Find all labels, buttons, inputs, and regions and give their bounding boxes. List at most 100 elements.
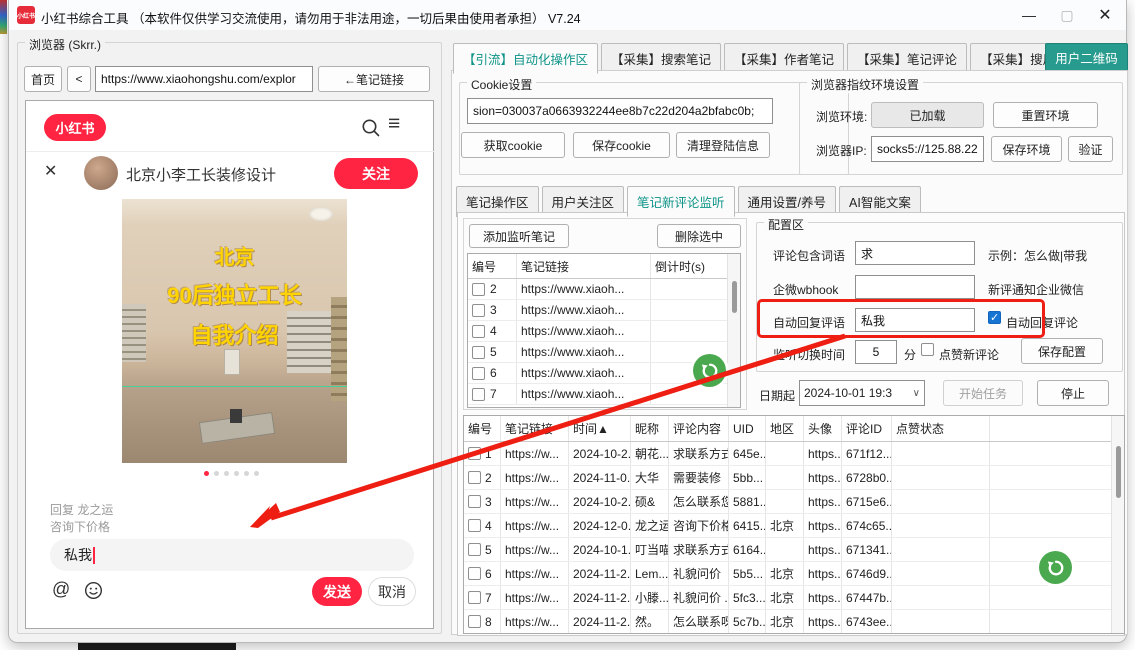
user-qr-button[interactable]: 用户二维码: [1045, 43, 1128, 71]
interval-label: 监听切换时间: [773, 346, 845, 363]
table-row[interactable]: 4 https://w... 2024-12-0... 龙之运 咨询下价格 64…: [464, 514, 1124, 538]
like-new-comment-checkbox[interactable]: [921, 343, 934, 356]
close-button[interactable]: ✕: [1088, 0, 1122, 30]
back-button[interactable]: <: [67, 66, 91, 92]
home-button[interactable]: 首页: [24, 66, 62, 92]
row-checkbox[interactable]: [468, 447, 481, 460]
carousel-dot[interactable]: [254, 471, 259, 476]
row-checkbox[interactable]: [468, 591, 481, 604]
url-input[interactable]: [95, 66, 313, 92]
column-header[interactable]: 评论ID: [842, 416, 892, 441]
table-row[interactable]: 1 https://w... 2024-10-2... 朝花... 求联系方式 …: [464, 442, 1124, 466]
carousel-dot[interactable]: [244, 471, 249, 476]
avatar[interactable]: [84, 156, 118, 190]
nickname-cell: Lem...: [631, 562, 669, 585]
send-button[interactable]: 发送: [312, 577, 362, 606]
column-header[interactable]: UID: [729, 416, 766, 441]
column-header[interactable]: 笔记链接: [501, 416, 569, 441]
scrollbar-thumb[interactable]: [1116, 446, 1121, 498]
xiaohongshu-logo[interactable]: 小红书: [44, 114, 106, 141]
column-header[interactable]: 头像: [804, 416, 842, 441]
column-header[interactable]: 评论内容: [669, 416, 729, 441]
reset-env-button[interactable]: 重置环境: [993, 102, 1098, 128]
carousel-dot[interactable]: [204, 471, 209, 476]
tab-automation[interactable]: 【引流】自动化操作区: [453, 43, 598, 74]
comments-table-scrollbar[interactable]: [1111, 416, 1124, 633]
table-row[interactable]: 8 https://w... 2024-11-2... 然。 怎么联系呀 5c7…: [464, 610, 1124, 634]
date-from-combobox[interactable]: 2024-10-01 19:3 ∨: [799, 380, 925, 406]
table-row[interactable]: 5 https://w... 2024-10-1... 叮当喵 求联系方式 61…: [464, 538, 1124, 562]
stop-button[interactable]: 停止: [1037, 380, 1109, 406]
comment-input[interactable]: 私我: [50, 539, 414, 571]
row-checkbox[interactable]: [468, 519, 481, 532]
refresh-button[interactable]: [693, 354, 726, 387]
table-row[interactable]: 3 https://w... 2024-10-2... 硕& 怎么联系您 588…: [464, 490, 1124, 514]
column-header[interactable]: 编号: [464, 416, 501, 441]
row-checkbox[interactable]: [472, 388, 485, 401]
time-cell: 2024-10-1...: [569, 538, 631, 561]
scrollbar-thumb[interactable]: [732, 281, 737, 313]
verify-button[interactable]: 验证: [1068, 136, 1113, 162]
region-cell: 北京: [766, 562, 804, 585]
get-cookie-button[interactable]: 获取cookie: [461, 132, 565, 158]
browser-ip-input[interactable]: [871, 136, 984, 162]
add-listen-note-button[interactable]: 添加监听笔记: [469, 224, 569, 248]
auto-reply-checkbox[interactable]: [988, 311, 1001, 324]
table-row[interactable]: 4 https://www.xiaoh...: [468, 321, 740, 342]
keyword-input[interactable]: [855, 241, 975, 265]
row-checkbox[interactable]: [472, 367, 485, 380]
table-row[interactable]: 7 https://www.xiaoh...: [468, 384, 740, 405]
minimize-button[interactable]: —: [1012, 0, 1046, 30]
maximize-button[interactable]: ▢: [1050, 0, 1084, 30]
cancel-button[interactable]: 取消: [368, 577, 416, 606]
column-header[interactable]: 编号: [468, 254, 517, 278]
profile-name[interactable]: 北京小李工长装修设计: [126, 164, 276, 185]
column-header[interactable]: 倒计时(s): [651, 254, 727, 278]
row-checkbox[interactable]: [472, 346, 485, 359]
column-header[interactable]: 笔记链接: [517, 254, 651, 278]
save-config-button[interactable]: 保存配置: [1021, 338, 1103, 364]
listen-table-scrollbar[interactable]: [727, 254, 740, 407]
emoji-icon[interactable]: [84, 581, 103, 600]
table-row[interactable]: 3 https://www.xiaoh...: [468, 300, 740, 321]
column-header[interactable]: 点赞状态: [892, 416, 990, 441]
column-header[interactable]: 地区: [766, 416, 804, 441]
row-checkbox[interactable]: [468, 471, 481, 484]
carousel-dot[interactable]: [234, 471, 239, 476]
at-icon[interactable]: @: [52, 579, 70, 600]
refresh-button[interactable]: [1039, 551, 1072, 584]
save-env-button[interactable]: 保存环境: [991, 136, 1062, 162]
close-icon[interactable]: ✕: [44, 161, 57, 181]
row-checkbox[interactable]: [472, 283, 485, 296]
row-checkbox[interactable]: [472, 325, 485, 338]
photo-caption: 北京 90后独立工长 自我介绍: [122, 241, 347, 350]
delete-selected-button[interactable]: 删除选中: [657, 224, 741, 248]
note-photo[interactable]: 北京 90后独立工长 自我介绍: [122, 199, 347, 463]
follow-button[interactable]: 关注: [334, 158, 418, 189]
cookie-input[interactable]: [467, 98, 773, 124]
carousel-dot[interactable]: [224, 471, 229, 476]
menu-icon[interactable]: ≡: [388, 112, 400, 136]
row-checkbox[interactable]: [468, 495, 481, 508]
table-row[interactable]: 2 https://w... 2024-11-0... 大华 需要装修 5bb.…: [464, 466, 1124, 490]
nickname-cell: 然。: [631, 610, 669, 633]
carousel-dot[interactable]: [214, 471, 219, 476]
note-link-button[interactable]: ←笔记链接: [318, 66, 430, 92]
row-checkbox[interactable]: [468, 615, 481, 628]
tab-new-comment-listen[interactable]: 笔记新评论监听: [627, 186, 735, 217]
row-checkbox[interactable]: [472, 304, 485, 317]
row-checkbox[interactable]: [468, 543, 481, 556]
interval-input[interactable]: [855, 340, 897, 364]
clear-login-button[interactable]: 清理登陆信息: [676, 132, 770, 158]
table-row[interactable]: 2 https://www.xiaoh...: [468, 279, 740, 300]
webhook-input[interactable]: [855, 275, 975, 299]
column-header[interactable]: 昵称: [631, 416, 669, 441]
search-icon[interactable]: [360, 117, 382, 139]
save-cookie-button[interactable]: 保存cookie: [573, 132, 670, 158]
table-row[interactable]: 6 https://w... 2024-11-2... Lem... 礼貌问价 …: [464, 562, 1124, 586]
auto-reply-input[interactable]: [855, 308, 975, 332]
table-row[interactable]: 7 https://w... 2024-11-2... 小滕... 礼貌问价 .…: [464, 586, 1124, 610]
column-header[interactable]: 时间▲: [569, 416, 631, 441]
row-checkbox[interactable]: [468, 567, 481, 580]
start-task-button[interactable]: 开始任务: [943, 380, 1023, 406]
